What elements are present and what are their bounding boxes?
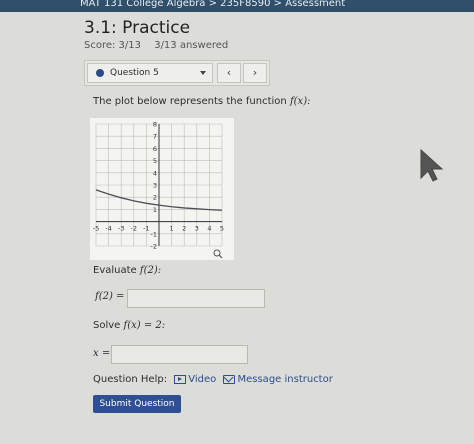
question-help-label: Question Help: — [93, 374, 168, 385]
question-select[interactable]: Question 5 — [87, 63, 213, 83]
score-line: Score: 3/13 3/13 answered — [84, 40, 238, 51]
answered-count: 3/13 answered — [154, 40, 229, 51]
video-link-label: Video — [188, 374, 217, 385]
question-prompt: The plot below represents the function f… — [93, 96, 310, 107]
prompt-text: The plot below represents the function — [93, 96, 287, 107]
x-answer-input[interactable] — [111, 345, 248, 364]
video-icon — [174, 374, 187, 384]
x-tick-label: -4 — [105, 225, 111, 233]
next-question-button[interactable]: › — [243, 63, 267, 83]
chevron-down-icon — [200, 71, 206, 75]
x-tick-label: -2 — [131, 225, 137, 233]
question-status-dot-icon — [96, 69, 104, 77]
question-select-label: Question 5 — [110, 68, 159, 78]
function-graph: -5 -4 -3 -2 -1 1 2 3 4 5-2-112345678 — [90, 118, 234, 260]
x-tick-label: -5 — [93, 225, 99, 233]
previous-question-button[interactable]: ‹ — [217, 63, 241, 83]
graph-background — [90, 118, 234, 260]
evaluate-prompt: Evaluate f(2): — [93, 265, 161, 276]
message-instructor-link[interactable]: Message instructor — [223, 374, 333, 385]
y-tick-label: 6 — [153, 145, 157, 153]
breadcrumb: MAT 131 College Algebra > 235F8590 > Ass… — [0, 0, 474, 12]
x-tick-label: 4 — [207, 225, 211, 233]
y-tick-label: 2 — [153, 194, 157, 202]
page-title: 3.1: Practice — [84, 18, 191, 38]
y-tick-label: 4 — [153, 169, 157, 177]
solve-expression: f(x) = 2: — [123, 320, 166, 331]
f2-answer-input[interactable] — [127, 289, 265, 308]
solve-prompt: Solve f(x) = 2: — [93, 320, 165, 331]
f2-answer-label: f(2) = — [95, 291, 125, 302]
y-tick-label: 8 — [153, 121, 157, 129]
submit-question-button[interactable]: Submit Question — [93, 395, 181, 413]
y-tick-label: -2 — [151, 243, 157, 251]
y-tick-label: 3 — [153, 182, 157, 190]
x-tick-label: -3 — [118, 225, 124, 233]
y-tick-label: 1 — [153, 206, 157, 214]
evaluate-expression: f(2): — [139, 265, 162, 276]
prompt-function: f(x): — [289, 96, 311, 107]
x-tick-label: -1 — [143, 225, 149, 233]
y-tick-label: 5 — [153, 157, 157, 165]
score-value: Score: 3/13 — [84, 40, 142, 51]
y-tick-label: -1 — [151, 230, 157, 238]
evaluate-label: Evaluate — [93, 265, 137, 276]
question-navigator: Question 5 ‹ › — [84, 60, 270, 86]
y-tick-label: 7 — [153, 133, 157, 141]
mail-icon — [223, 374, 236, 384]
question-help: Question Help: Video Message instructor — [93, 374, 333, 385]
video-link[interactable]: Video — [174, 374, 219, 385]
solve-label: Solve — [93, 320, 121, 331]
x-tick-label: 1 — [170, 225, 174, 233]
mouse-pointer-icon — [420, 148, 444, 182]
x-tick-label: 3 — [195, 225, 199, 233]
x-tick-label: 5 — [220, 225, 224, 233]
message-instructor-label: Message instructor — [237, 374, 333, 385]
x-tick-label: 2 — [182, 225, 186, 233]
x-answer-label: x = — [93, 348, 111, 359]
